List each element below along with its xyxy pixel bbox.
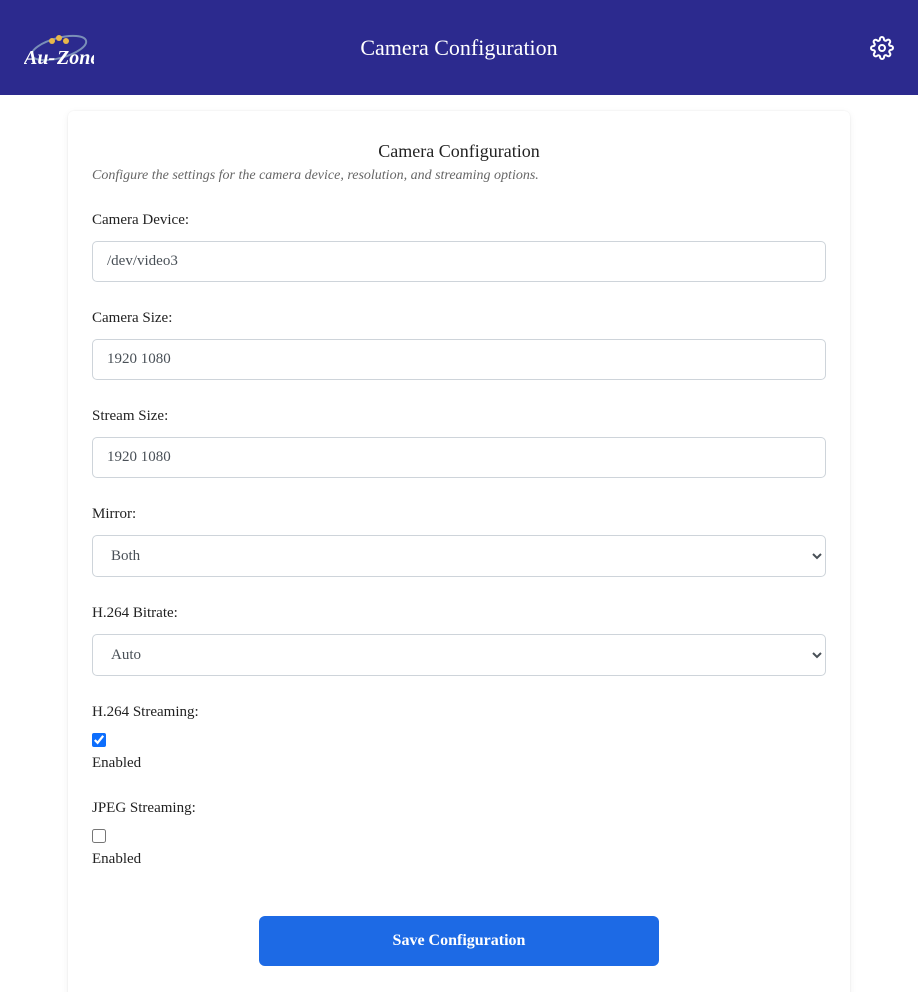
camera-size-group: Camera Size: <box>92 310 826 380</box>
h264-streaming-enabled-label: Enabled <box>92 755 826 772</box>
camera-size-label: Camera Size: <box>92 310 826 327</box>
h264-streaming-checkbox[interactable] <box>92 733 106 747</box>
card-subtitle: Configure the settings for the camera de… <box>92 168 826 184</box>
camera-device-group: Camera Device: <box>92 212 826 282</box>
mirror-select[interactable]: Both <box>92 535 826 577</box>
h264-bitrate-label: H.264 Bitrate: <box>92 605 826 622</box>
h264-streaming-label: H.264 Streaming: <box>92 704 826 721</box>
stream-size-input[interactable] <box>92 437 826 478</box>
button-row: Save Configuration <box>92 916 826 966</box>
camera-device-input[interactable] <box>92 241 826 282</box>
save-configuration-button[interactable]: Save Configuration <box>259 916 659 966</box>
brand-logo: Au- Zone <box>24 28 94 68</box>
jpeg-streaming-checkbox[interactable] <box>92 829 106 843</box>
stream-size-group: Stream Size: <box>92 408 826 478</box>
camera-size-input[interactable] <box>92 339 826 380</box>
gear-icon[interactable] <box>870 36 894 60</box>
jpeg-streaming-enabled-label: Enabled <box>92 851 826 868</box>
card-title: Camera Configuration <box>92 141 826 162</box>
mirror-label: Mirror: <box>92 506 826 523</box>
config-card: Camera Configuration Configure the setti… <box>68 111 850 992</box>
logo-mark-icon: Au- Zone <box>24 28 94 68</box>
jpeg-streaming-label: JPEG Streaming: <box>92 800 826 817</box>
svg-text:Au-: Au- <box>24 47 55 68</box>
h264-streaming-group: H.264 Streaming: Enabled <box>92 704 826 772</box>
h264-bitrate-select[interactable]: Auto <box>92 634 826 676</box>
camera-device-label: Camera Device: <box>92 212 826 229</box>
svg-text:Zone: Zone <box>56 47 94 68</box>
stream-size-label: Stream Size: <box>92 408 826 425</box>
app-header: Au- Zone Camera Configuration <box>0 0 918 95</box>
jpeg-streaming-group: JPEG Streaming: Enabled <box>92 800 826 868</box>
mirror-group: Mirror: Both <box>92 506 826 577</box>
h264-bitrate-group: H.264 Bitrate: Auto <box>92 605 826 676</box>
page-title: Camera Configuration <box>360 35 557 61</box>
